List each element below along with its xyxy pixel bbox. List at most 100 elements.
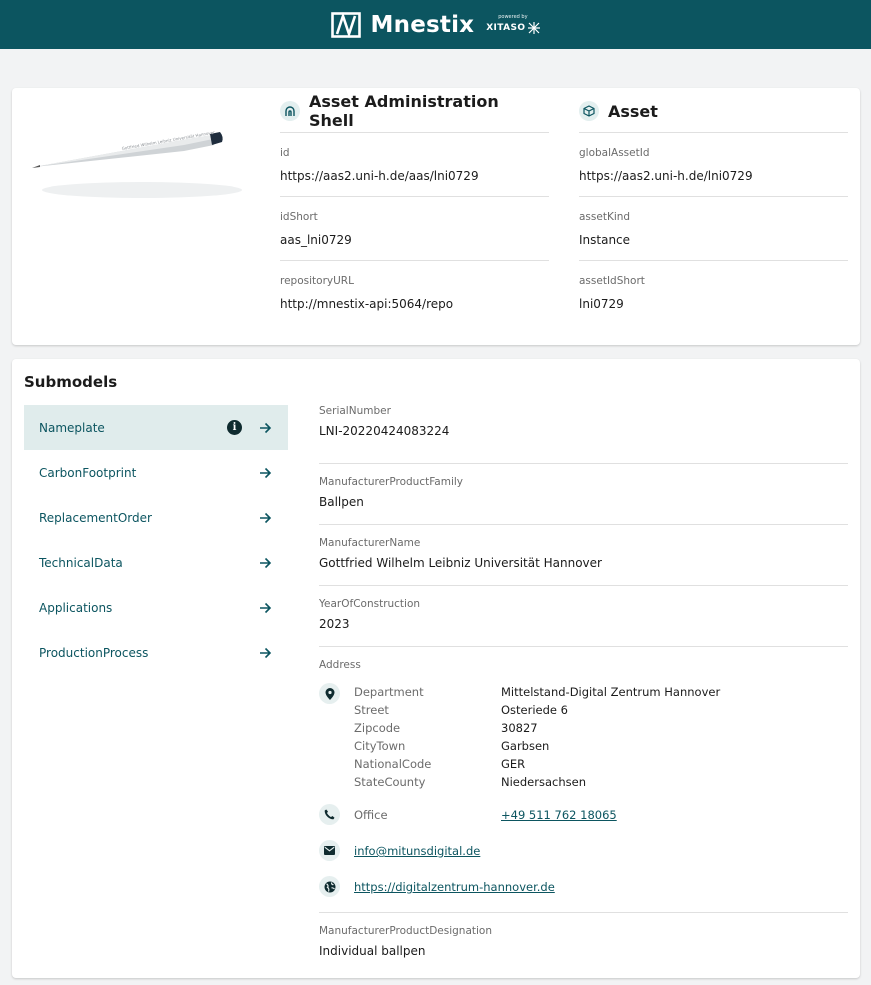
address-key: CityTown bbox=[354, 739, 406, 753]
address-rows: Department Mittelstand-Digital Zentrum Ha… bbox=[354, 683, 848, 791]
field-label: idShort bbox=[280, 211, 318, 223]
field-value: Ballpen bbox=[319, 495, 364, 509]
email-contact: info@mitunsdigital.de bbox=[319, 833, 848, 869]
field-value: aas_lni0729 bbox=[280, 233, 352, 247]
field-label: ManufacturerProductDesignation bbox=[319, 925, 493, 937]
field-value: http://mnestix-api:5064/repo bbox=[280, 297, 454, 311]
submodel-item-label: ProductionProcess bbox=[39, 645, 149, 660]
aas-card: Gottfried Wilhelm Leibniz Universität Ha… bbox=[12, 88, 860, 345]
arrow-right-icon bbox=[258, 601, 272, 615]
address-key: Department bbox=[354, 685, 424, 699]
submodels-card: Submodels Nameplate i CarbonFootprint Re… bbox=[12, 359, 860, 978]
xitaso-logo-icon bbox=[528, 22, 541, 34]
nameplate-detail: SerialNumber LNI-20220424083224 Manufact… bbox=[319, 403, 848, 984]
submodel-item-label: Applications bbox=[39, 600, 113, 615]
field-label: YearOfConstruction bbox=[319, 598, 421, 610]
submodel-item-label: Nameplate bbox=[39, 420, 105, 435]
submodel-item-label: CarbonFootprint bbox=[39, 465, 137, 480]
field-label: SerialNumber bbox=[319, 405, 391, 417]
submodel-item-productionprocess[interactable]: ProductionProcess bbox=[24, 630, 288, 675]
aas-header: Asset Administration Shell bbox=[280, 88, 549, 133]
phone-key: Office bbox=[354, 808, 388, 822]
submodel-item-label: ReplacementOrder bbox=[39, 510, 152, 525]
asset-title: Asset bbox=[608, 101, 658, 121]
arrow-right-icon bbox=[258, 511, 272, 525]
field-label: id bbox=[280, 147, 290, 159]
mnestix-logo-icon bbox=[330, 11, 361, 38]
address-row: StateCounty Niedersachsen bbox=[354, 773, 848, 791]
phone-contact: Office +49 511 762 18065 bbox=[319, 797, 848, 833]
submodel-item-applications[interactable]: Applications bbox=[24, 585, 288, 630]
address-value: Osteriede 6 bbox=[501, 703, 568, 717]
address-row: Department Mittelstand-Digital Zentrum Ha… bbox=[354, 683, 848, 701]
field-value: LNI-20220424083224 bbox=[319, 424, 450, 438]
field-value: Gottfried Wilhelm Leibniz Universität Ha… bbox=[319, 556, 602, 570]
submodels-title: Submodels bbox=[24, 373, 118, 391]
address-value: Niedersachsen bbox=[501, 775, 586, 789]
nameplate-field-yearofconstruction: YearOfConstruction 2023 bbox=[319, 586, 848, 647]
globe-icon bbox=[319, 876, 340, 897]
email-row: info@mitunsdigital.de bbox=[354, 844, 480, 858]
field-value: Instance bbox=[579, 233, 631, 247]
top-bar: Mnestix powered by XITASO bbox=[0, 0, 871, 49]
nameplate-field-productfamily: ManufacturerProductFamily Ballpen bbox=[319, 464, 848, 525]
field-label: ManufacturerName bbox=[319, 537, 421, 549]
address-row: Street Osteriede 6 bbox=[354, 701, 848, 719]
product-image: Gottfried Wilhelm Leibniz Universität Ha… bbox=[32, 130, 242, 198]
info-icon[interactable]: i bbox=[227, 420, 242, 435]
mail-icon bbox=[319, 840, 340, 861]
arrow-right-icon bbox=[258, 421, 272, 435]
asset-header: Asset bbox=[579, 88, 848, 133]
powered-by-block: powered by XITASO bbox=[486, 14, 541, 34]
field-value: https://aas2.uni-h.de/lni0729 bbox=[579, 169, 753, 183]
asset-field-assetkind: assetKind Instance bbox=[579, 197, 848, 261]
address-key: Street bbox=[354, 703, 389, 717]
nameplate-field-serialnumber: SerialNumber LNI-20220424083224 bbox=[319, 403, 848, 464]
field-label: Address bbox=[319, 659, 361, 671]
email-link[interactable]: info@mitunsdigital.de bbox=[354, 844, 480, 858]
submodel-item-replacementorder[interactable]: ReplacementOrder bbox=[24, 495, 288, 540]
cube-icon bbox=[579, 101, 599, 121]
address-row: Zipcode 30827 bbox=[354, 719, 848, 737]
shell-icon bbox=[280, 101, 300, 121]
nameplate-field-manufacturername: ManufacturerName Gottfried Wilhelm Leibn… bbox=[319, 525, 848, 586]
address-row: NationalCode GER bbox=[354, 755, 848, 773]
aas-title: Asset Administration Shell bbox=[309, 92, 499, 130]
address-value: 30827 bbox=[501, 721, 538, 735]
aas-field-id: id https://aas2.uni-h.de/aas/lni0729 bbox=[280, 133, 549, 197]
field-label: ManufacturerProductFamily bbox=[319, 476, 463, 488]
web-row: https://digitalzentrum-hannover.de bbox=[354, 880, 555, 894]
field-label: repositoryURL bbox=[280, 275, 354, 287]
address-key: NationalCode bbox=[354, 757, 432, 771]
address-block: Department Mittelstand-Digital Zentrum Ha… bbox=[319, 683, 848, 791]
submodel-item-carbonfootprint[interactable]: CarbonFootprint bbox=[24, 450, 288, 495]
nameplate-field-designation: ManufacturerProductDesignation Individua… bbox=[319, 923, 848, 984]
submodel-item-nameplate[interactable]: Nameplate i bbox=[24, 405, 288, 450]
powered-by-label: powered by bbox=[498, 14, 528, 20]
phone-icon bbox=[319, 804, 340, 825]
web-link[interactable]: https://digitalzentrum-hannover.de bbox=[354, 880, 555, 894]
nameplate-field-address: Address Department Mittelstand-Digital Ze… bbox=[319, 647, 848, 913]
field-value: https://aas2.uni-h.de/aas/lni0729 bbox=[280, 169, 479, 183]
aas-field-repositoryurl: repositoryURL http://mnestix-api:5064/re… bbox=[280, 261, 549, 325]
field-label: globalAssetId bbox=[579, 147, 650, 159]
asset-field-assetidshort: assetIdShort lni0729 bbox=[579, 261, 848, 325]
address-key: Zipcode bbox=[354, 721, 401, 735]
arrow-right-icon bbox=[258, 556, 272, 570]
partner-name: XITASO bbox=[486, 22, 526, 33]
arrow-right-icon bbox=[258, 646, 272, 660]
address-key: StateCounty bbox=[354, 775, 426, 789]
asset-field-globalassetid: globalAssetId https://aas2.uni-h.de/lni0… bbox=[579, 133, 848, 197]
field-value: 2023 bbox=[319, 617, 350, 631]
submodel-item-technicaldata[interactable]: TechnicalData bbox=[24, 540, 288, 585]
field-label: assetKind bbox=[579, 211, 631, 223]
phone-row: Office +49 511 762 18065 bbox=[354, 808, 617, 822]
aas-field-idshort: idShort aas_lni0729 bbox=[280, 197, 549, 261]
aas-column: Asset Administration Shell id https://aa… bbox=[280, 88, 549, 325]
web-contact: https://digitalzentrum-hannover.de bbox=[319, 869, 848, 905]
submodel-nav: Nameplate i CarbonFootprint ReplacementO… bbox=[24, 405, 288, 675]
phone-link[interactable]: +49 511 762 18065 bbox=[501, 808, 617, 822]
address-value: Garbsen bbox=[501, 739, 550, 753]
brand[interactable]: Mnestix powered by XITASO bbox=[330, 11, 541, 38]
field-value: lni0729 bbox=[579, 297, 624, 311]
